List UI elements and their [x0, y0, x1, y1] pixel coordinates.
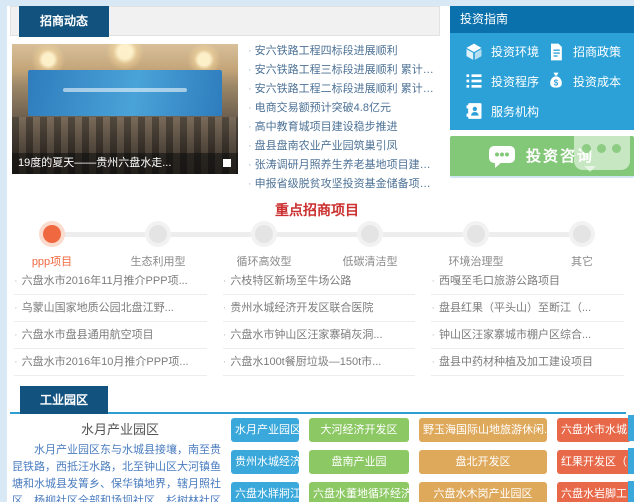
floating-sidebar-tab[interactable]: [628, 415, 634, 441]
project-link[interactable]: ·盘县红果（平头山）至断江（...: [431, 295, 624, 322]
project-link[interactable]: ·六盘水市盘县通用航空项目: [14, 322, 207, 349]
news-link[interactable]: ·张涛调研月照养生养老基地项目建设工作情况要求建...: [248, 156, 440, 175]
timeline-dot: [255, 225, 273, 243]
tab-investment-news[interactable]: 招商动态: [19, 6, 109, 37]
project-link[interactable]: ·贵州水城经济开发区联合医院: [223, 295, 416, 322]
tab-low-carbon[interactable]: 低碳清洁型: [332, 220, 408, 269]
address-book-icon: [464, 101, 484, 121]
guide-item-procedure[interactable]: 投资程序: [464, 67, 546, 97]
carousel-pager-dot[interactable]: [223, 159, 231, 167]
tab-circular-efficiency[interactable]: 循环高效型: [226, 220, 302, 269]
park-button[interactable]: 野玉海国际山地旅游休闲...: [419, 418, 547, 442]
decorative-chat-bubble-icon: [574, 136, 630, 170]
guide-item-policy[interactable]: 招商政策: [546, 37, 628, 67]
park-button[interactable]: 六盘水岩脚工...: [557, 482, 631, 502]
key-projects-title: 重点招商项目: [0, 200, 634, 220]
featured-park-description: 水月产业园区东与水城县接壤，南至贵昆铁路，西抵汪水路，北至钟山区大河镇鱼塘和水城…: [12, 442, 228, 502]
timeline-dot: [573, 225, 591, 243]
tab-others[interactable]: 其它: [544, 220, 620, 269]
park-button[interactable]: 红果开发区（...: [557, 450, 631, 474]
industrial-parks-panel: 工业园区 水月产业园区 水月产业园区东与水城县接壤，南至贵昆铁路，西抵汪水路，北…: [10, 386, 634, 502]
tab-eco-utilization[interactable]: 生态利用型: [120, 220, 196, 269]
park-buttons-grid: 水月产业园区 大河经济开发区 野玉海国际山地旅游休闲... 六盘水市水城... …: [231, 418, 631, 502]
floating-sidebar-tab[interactable]: [628, 481, 634, 502]
park-button[interactable]: 六盘水市水城...: [557, 418, 631, 442]
news-link[interactable]: ·申报省级脱贫攻坚投资基金储备项目99个: [248, 175, 440, 194]
park-button[interactable]: 贵州水城经济...: [231, 450, 299, 474]
policy-doc-icon: [546, 42, 566, 62]
project-link[interactable]: ·乌蒙山国家地质公园北盘江野...: [14, 295, 207, 322]
news-carousel-image[interactable]: 19度的夏天——贵州六盘水走...: [12, 44, 238, 174]
project-link[interactable]: ·六盘水市2016年10月推介PPP项...: [14, 349, 207, 376]
guide-item-cost[interactable]: $ 投资成本: [546, 67, 628, 97]
news-tabbar: 招商动态: [10, 6, 440, 36]
cube-icon: [464, 42, 484, 62]
floating-sidebar-tab[interactable]: [628, 448, 634, 474]
guide-panel-title: 投资指南: [450, 6, 634, 33]
investment-guide-panel: 投资指南 投资环境 招商政策: [450, 6, 634, 130]
park-button[interactable]: 六盘水木岗产业园区: [419, 482, 547, 502]
news-link[interactable]: ·安六铁路工程三标段进展顺利 累计完成总投资计划的...: [248, 61, 440, 80]
tab-ppp-projects[interactable]: ppp项目: [14, 220, 90, 269]
project-column-2: ·六枝特区新场至牛场公路 ·贵州水城经济开发区联合医院 ·六盘水市钟山区汪家寨硝…: [223, 268, 416, 376]
timeline-dot: [467, 225, 485, 243]
money-bag-icon: $: [546, 71, 566, 91]
tab-industrial-parks[interactable]: 工业园区: [20, 386, 108, 414]
investment-portal-page: 招商动态 19度的夏天——贵州六盘水走... ·安六铁路工程四标段进展顺利 ·安…: [0, 0, 634, 502]
park-button[interactable]: 大河经济开发区: [309, 418, 409, 442]
guide-item-environment[interactable]: 投资环境: [464, 37, 546, 67]
chat-bubble-icon: [488, 145, 516, 169]
park-button[interactable]: 水月产业园区: [231, 418, 299, 442]
project-link[interactable]: ·盘县中药材种植及加工建设项目: [431, 349, 624, 376]
investment-consult-banner[interactable]: 投资咨询: [450, 136, 634, 178]
news-link[interactable]: ·安六铁路工程二标段进展顺利 累计完成总投资计划的40%: [248, 80, 440, 99]
featured-park-title: 水月产业园区: [12, 419, 228, 438]
guide-grid: 投资环境 招商政策 投资程序: [450, 33, 634, 130]
guide-item-services[interactable]: 服务机构: [464, 96, 546, 126]
featured-park: 水月产业园区 水月产业园区东与水城县接壤，南至贵昆铁路，西抵汪水路，北至钟山区大…: [12, 419, 228, 502]
project-link[interactable]: ·六盘水市钟山区汪家寨硝灰洞...: [223, 322, 416, 349]
list-icon: [464, 71, 484, 91]
news-link[interactable]: ·电商交易额预计突破4.8亿元: [248, 99, 440, 118]
project-link[interactable]: ·六盘水100t餐厨垃圾—150t市...: [223, 349, 416, 376]
tab-environment-treatment[interactable]: 环境治理型: [438, 220, 514, 269]
timeline-dot: [361, 225, 379, 243]
news-panel: 招商动态 19度的夏天——贵州六盘水走... ·安六铁路工程四标段进展顺利 ·安…: [10, 6, 440, 196]
park-button[interactable]: 六盘水牂牁江...: [231, 482, 299, 502]
project-link[interactable]: ·六枝特区新场至牛场公路: [223, 268, 416, 295]
svg-text:$: $: [554, 79, 559, 88]
project-link[interactable]: ·西嘎至毛口旅游公路项目: [431, 268, 624, 295]
project-links-grid: ·六盘水市2016年11月推介PPP项... ·乌蒙山国家地质公园北盘江野...…: [14, 268, 624, 376]
news-list: ·安六铁路工程四标段进展顺利 ·安六铁路工程三标段进展顺利 累计完成总投资计划的…: [248, 42, 440, 194]
timeline-dot: [43, 225, 61, 243]
news-link[interactable]: ·安六铁路工程四标段进展顺利: [248, 42, 440, 61]
project-link[interactable]: ·钟山区汪家寨城市棚户区综合...: [431, 322, 624, 349]
project-category-timeline: ppp项目 生态利用型 循环高效型 低碳清洁型 环境治理型 其它: [10, 220, 624, 268]
project-column-1: ·六盘水市2016年11月推介PPP项... ·乌蒙山国家地质公园北盘江野...…: [14, 268, 207, 376]
project-link[interactable]: ·六盘水市2016年11月推介PPP项...: [14, 268, 207, 295]
news-link[interactable]: ·盘县盘南农业产业园筑巢引凤: [248, 137, 440, 156]
park-button[interactable]: 盘北开发区: [419, 450, 547, 474]
carousel-caption: 19度的夏天——贵州六盘水走...: [12, 153, 238, 174]
timeline-dot: [149, 225, 167, 243]
park-button[interactable]: 六盘水董地循环经济产: [309, 482, 409, 502]
project-column-3: ·西嘎至毛口旅游公路项目 ·盘县红果（平头山）至断江（... ·钟山区汪家寨城市…: [431, 268, 624, 376]
conference-screen-graphic: [28, 70, 222, 116]
park-button[interactable]: 盘南产业园: [309, 450, 409, 474]
news-link[interactable]: ·高中教育城项目建设稳步推进: [248, 118, 440, 137]
